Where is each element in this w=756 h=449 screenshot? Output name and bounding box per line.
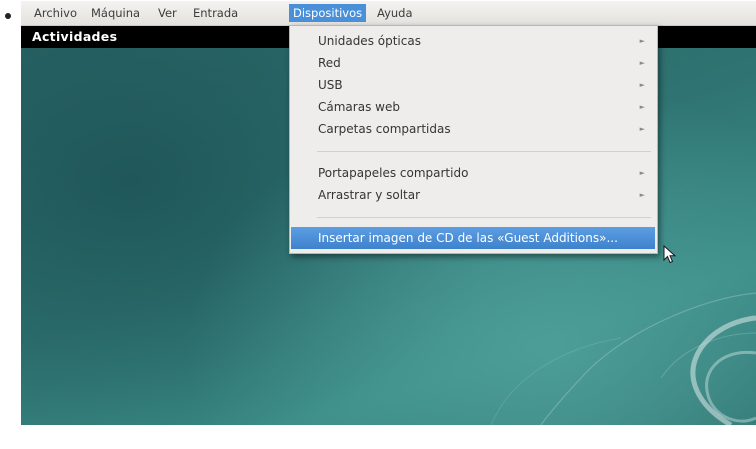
menu-item-insertar-guest-additions[interactable]: Insertar imagen de CD de las «Guest Addi… [291, 227, 655, 249]
menu-item-label: Red [318, 56, 341, 70]
menu-item-label: Cámaras web [318, 100, 400, 114]
menu-ayuda[interactable]: Ayuda [373, 4, 417, 22]
menu-ver[interactable]: Ver [154, 4, 181, 22]
submenu-arrow-icon: ► [639, 125, 645, 133]
list-bullet [5, 13, 11, 19]
menu-dispositivos[interactable]: Dispositivos [289, 4, 367, 22]
dispositivos-dropdown: Unidades ópticas ► Red ► USB ► Cámaras w… [289, 25, 658, 254]
vm-menubar: Archivo Máquina Ver Entrada Dispositivos… [21, 1, 756, 26]
menu-item-camaras-web[interactable]: Cámaras web ► [291, 96, 655, 118]
menu-item-carpetas-compartidas[interactable]: Carpetas compartidas ► [291, 118, 655, 140]
menu-separator [317, 151, 651, 152]
menu-separator [317, 217, 651, 218]
menu-item-label: Carpetas compartidas [318, 122, 451, 136]
submenu-arrow-icon: ► [639, 191, 645, 199]
virtualbox-window: Archivo Máquina Ver Entrada Dispositivos… [21, 1, 756, 425]
menu-item-arrastrar-y-soltar[interactable]: Arrastrar y soltar ► [291, 184, 655, 206]
submenu-arrow-icon: ► [639, 103, 645, 111]
menu-item-label: Insertar imagen de CD de las «Guest Addi… [318, 231, 618, 245]
menu-item-label: Portapapeles compartido [318, 166, 469, 180]
submenu-arrow-icon: ► [639, 37, 645, 45]
menu-item-label: USB [318, 78, 343, 92]
menu-maquina[interactable]: Máquina [87, 4, 144, 22]
submenu-arrow-icon: ► [639, 81, 645, 89]
submenu-arrow-icon: ► [639, 169, 645, 177]
submenu-arrow-icon: ► [639, 59, 645, 67]
menu-item-unidades-opticas[interactable]: Unidades ópticas ► [291, 30, 655, 52]
menu-item-red[interactable]: Red ► [291, 52, 655, 74]
menu-entrada[interactable]: Entrada [189, 4, 242, 22]
menu-archivo[interactable]: Archivo [30, 4, 81, 22]
menu-item-label: Unidades ópticas [318, 34, 421, 48]
menu-item-portapapeles-compartido[interactable]: Portapapeles compartido ► [291, 162, 655, 184]
menu-item-label: Arrastrar y soltar [318, 188, 421, 202]
activities-button[interactable]: Actividades [32, 29, 117, 44]
mouse-pointer-icon [663, 245, 677, 264]
menu-item-usb[interactable]: USB ► [291, 74, 655, 96]
